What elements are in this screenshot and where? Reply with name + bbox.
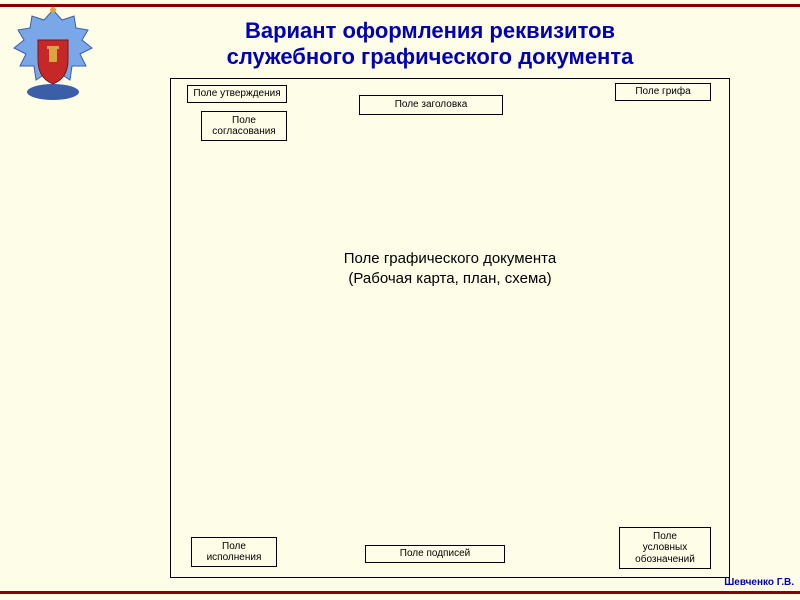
title-line-1: Вариант оформления реквизитов <box>100 18 760 44</box>
field-classification: Поле грифа <box>615 83 711 101</box>
document-frame: Поле утверждения Поле согласования Поле … <box>170 78 730 578</box>
field-signatures: Поле подписей <box>365 545 505 563</box>
field-approval: Поле утверждения <box>187 85 287 103</box>
field-agreement: Поле согласования <box>201 111 287 141</box>
field-main-graphic: Поле графического документа (Рабочая кар… <box>171 249 729 290</box>
main-line-2: (Рабочая карта, план, схема) <box>171 269 729 289</box>
author-label: Шевченко Г.В. <box>724 577 794 588</box>
field-heading: Поле заголовка <box>359 95 503 115</box>
field-legend: Поле условных обозначений <box>619 527 711 569</box>
bottom-rule <box>0 591 800 594</box>
emblem-icon <box>8 6 98 106</box>
top-rule <box>0 4 800 7</box>
page-title: Вариант оформления реквизитов служебного… <box>100 18 760 71</box>
field-execution: Поле исполнения <box>191 537 277 567</box>
main-line-1: Поле графического документа <box>171 249 729 269</box>
title-line-2: служебного графического документа <box>100 44 760 70</box>
